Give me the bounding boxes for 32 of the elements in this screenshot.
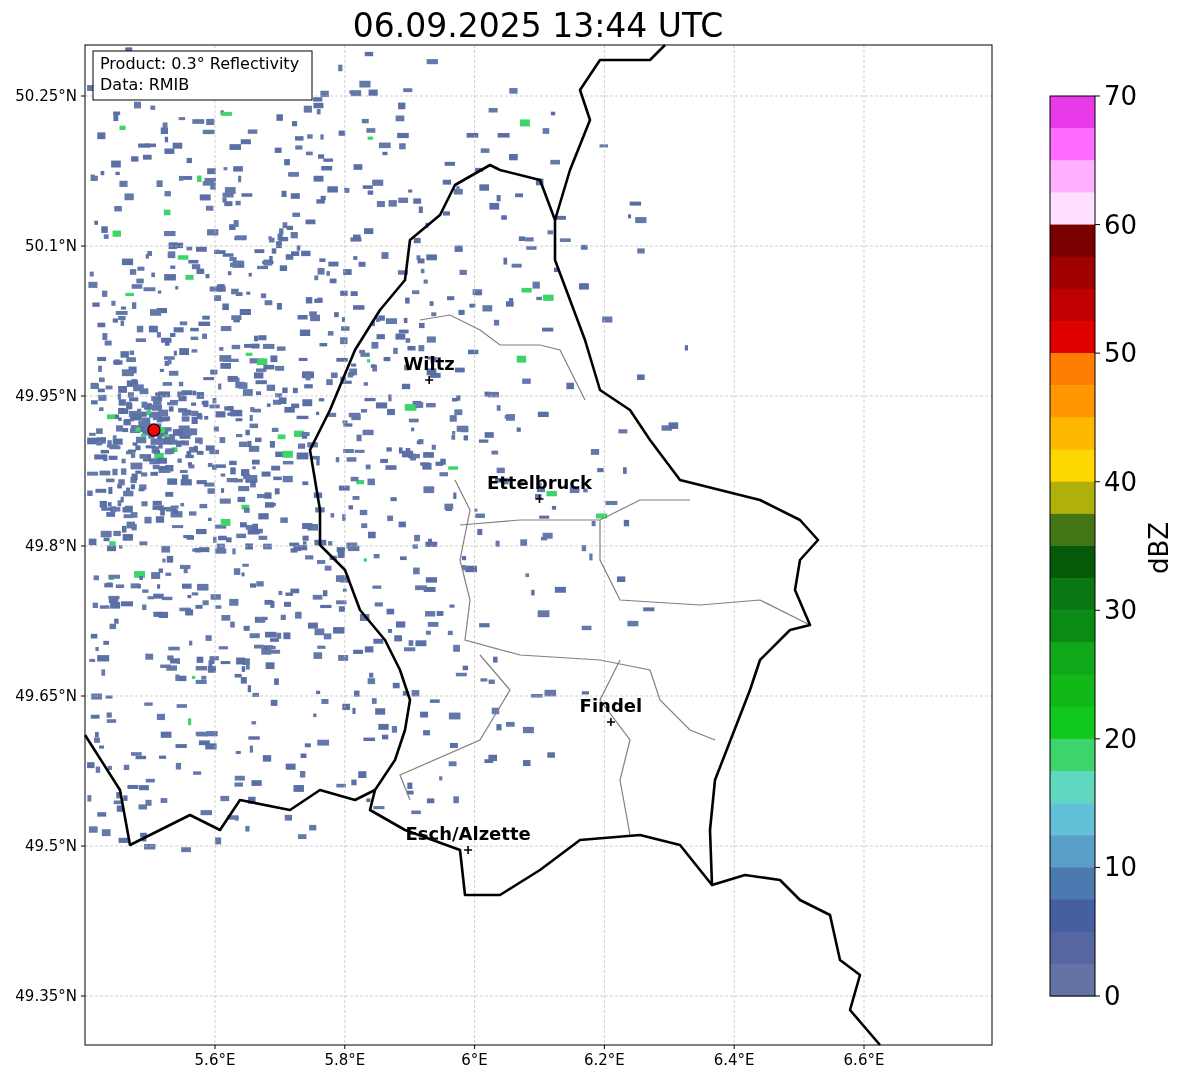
city-marker-icon [606, 717, 616, 727]
chart-title: 06.09.2025 13:44 UTC [352, 6, 724, 45]
city-marker-icon [424, 375, 434, 385]
longitude-label: 5.8°E [324, 1051, 366, 1069]
colorbar-tick-label: 70 [1104, 81, 1138, 111]
latitude-label: 50.25°N [15, 87, 77, 105]
longitude-label: 5.6°E [194, 1051, 236, 1069]
longitude-label: 6.6°E [843, 1051, 885, 1069]
longitude-label: 6.4°E [713, 1051, 755, 1069]
colorbar-tick-label: 60 [1104, 209, 1138, 240]
latitude-label: 49.8°N [24, 537, 77, 555]
colorbar-label: dBZ [1144, 521, 1174, 575]
latitude-label: 49.95°N [15, 387, 77, 405]
colorbar-tick-label: 50 [1104, 338, 1138, 369]
info-text: Product: 0.3° Reflectivity [100, 54, 300, 73]
info-text: Data: RMIB [100, 75, 190, 94]
city-label: Findel [579, 695, 643, 716]
longitude-label: 6°E [461, 1051, 488, 1069]
latitude-label: 49.65°N [15, 687, 77, 705]
longitude-label: 6.2°E [584, 1051, 625, 1069]
colorbar-tick-label: 40 [1104, 466, 1138, 497]
colorbar-tick-label: 0 [1104, 981, 1121, 1011]
latitude-label: 49.5°N [24, 837, 77, 855]
colorbar-tick-label: 30 [1104, 595, 1138, 626]
city-marker-icon [463, 845, 473, 855]
latitude-label: 50.1°N [24, 237, 77, 255]
city-marker-icon [534, 494, 545, 504]
radar-site-marker [147, 423, 161, 437]
latitude-label: 49.35°N [15, 987, 77, 1005]
colorbar-tick-label: 20 [1104, 723, 1138, 754]
city-label: Wiltz [403, 353, 455, 374]
colorbar-tick-label: 10 [1104, 852, 1138, 883]
